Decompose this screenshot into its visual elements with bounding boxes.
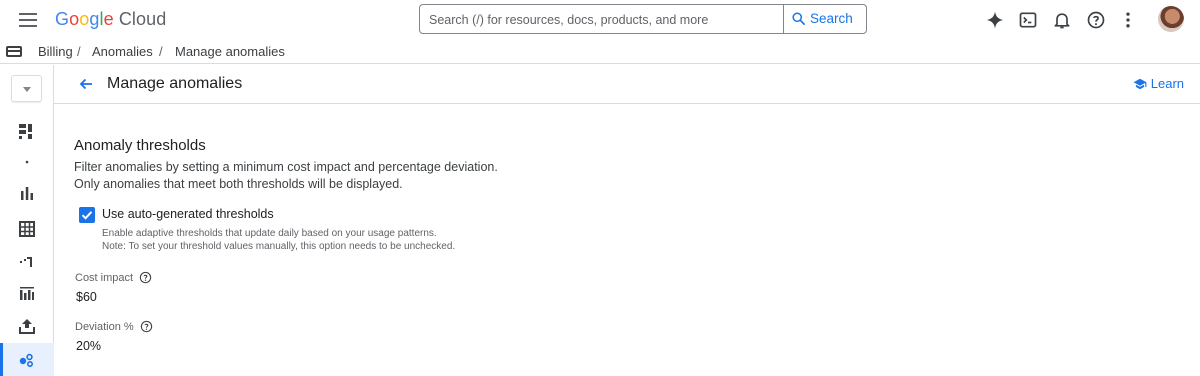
breadcrumb-separator: /	[159, 44, 163, 59]
export-icon[interactable]	[17, 316, 37, 336]
billing-icon	[6, 46, 22, 57]
school-icon	[1133, 78, 1147, 90]
search-input[interactable]: Search (/) for resources, docs, products…	[419, 4, 784, 34]
search-placeholder: Search (/) for resources, docs, products…	[429, 13, 709, 27]
dot-icon[interactable]	[17, 152, 37, 172]
deviation-value: 20%	[76, 339, 102, 353]
section-description: Filter anomalies by setting a minimum co…	[74, 160, 498, 191]
deviation-label-text: Deviation %	[75, 321, 134, 333]
help-icon[interactable]	[140, 320, 153, 333]
cost-impact-value: $60	[76, 290, 97, 304]
help-icon[interactable]	[139, 271, 152, 284]
search-button[interactable]: Search	[783, 4, 867, 34]
left-nav-rail	[0, 65, 54, 376]
auto-thresholds-help-line: Enable adaptive thresholds that update d…	[102, 228, 437, 239]
auto-thresholds-help: Enable adaptive thresholds that update d…	[102, 227, 455, 253]
learn-button[interactable]: Learn	[1133, 76, 1184, 91]
breadcrumb-separator: /	[77, 44, 81, 59]
top-bar: Google Cloud Search (/) for resources, d…	[0, 0, 1200, 40]
auto-thresholds-checkbox[interactable]	[79, 207, 95, 223]
deviation-label: Deviation %	[75, 320, 153, 333]
breadcrumb-anomalies[interactable]: Anomalies	[92, 44, 153, 59]
avatar[interactable]	[1158, 6, 1184, 32]
gemini-sparkle-icon[interactable]	[985, 10, 1005, 30]
search-icon	[792, 12, 805, 25]
auto-thresholds-note-line: Note: To set your threshold values manua…	[102, 241, 456, 252]
cost-impact-label: Cost impact	[75, 271, 152, 284]
overview-icon[interactable]	[17, 121, 37, 141]
breadcrumb: Billing / Anomalies / Manage anomalies	[0, 40, 1200, 64]
page-title: Manage anomalies	[107, 75, 243, 92]
cloud-shell-icon[interactable]	[1018, 10, 1038, 30]
more-vert-icon[interactable]	[1118, 10, 1138, 30]
reports-icon[interactable]	[17, 183, 37, 203]
check-icon	[81, 211, 93, 220]
help-icon[interactable]	[1086, 10, 1106, 30]
project-selector-dropdown[interactable]	[11, 75, 42, 102]
auto-thresholds-label[interactable]: Use auto-generated thresholds	[102, 207, 274, 221]
trend-icon[interactable]	[17, 250, 37, 270]
notifications-icon[interactable]	[1052, 10, 1072, 30]
main-menu-icon[interactable]	[19, 13, 37, 27]
chart-icon[interactable]	[17, 283, 37, 303]
cost-impact-label-text: Cost impact	[75, 272, 134, 284]
back-arrow-icon[interactable]	[78, 76, 94, 92]
breadcrumb-manage-anomalies: Manage anomalies	[175, 44, 285, 59]
breadcrumb-billing[interactable]: Billing	[38, 44, 73, 59]
learn-label: Learn	[1150, 76, 1184, 91]
search-button-label: Search	[810, 11, 853, 26]
anomalies-icon[interactable]	[17, 349, 37, 369]
table-icon[interactable]	[17, 219, 37, 239]
section-title: Anomaly thresholds	[74, 137, 206, 154]
page-header: Manage anomalies Learn	[54, 65, 1200, 104]
google-cloud-logo[interactable]: Google Cloud	[55, 9, 166, 30]
